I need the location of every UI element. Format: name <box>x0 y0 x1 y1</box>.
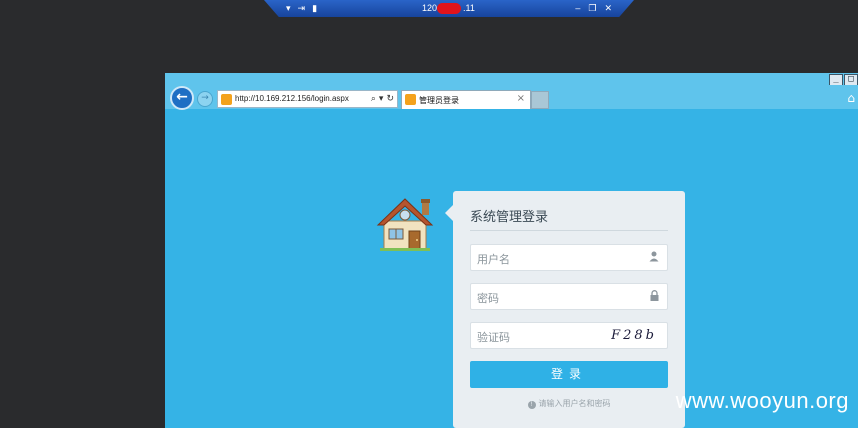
title-divider <box>470 230 668 231</box>
username-field[interactable]: 用户名 <box>470 244 668 271</box>
address-url: http://10.169.212.156/login.aspx <box>235 94 349 103</box>
refresh-icon[interactable]: ↻ <box>386 93 394 104</box>
hint-text: 请输入用户名和密码 <box>538 399 611 408</box>
remote-desktop-bar: ▾ ⇥ ▮ 120. .11 – ❐ ✕ <box>264 0 634 17</box>
user-icon <box>649 251 659 262</box>
password-placeholder: 密码 <box>477 292 499 305</box>
browser-window: _ □ ← → http://10.169.212.156/login.aspx… <box>165 73 858 428</box>
info-icon: ! <box>527 401 536 409</box>
tab-label: 管理员登录 <box>419 96 459 105</box>
search-icon[interactable]: ⌕ <box>371 93 376 104</box>
login-button[interactable]: 登录 <box>470 361 668 388</box>
lock-icon <box>650 290 659 301</box>
captcha-field[interactable]: 验证码 F28b <box>470 322 668 349</box>
login-panel: 系统管理登录 用户名 密码 验证码 F28b 登录 ! 请输入用户名和密码 <box>445 191 685 428</box>
connection-title-end: .11 <box>463 3 475 13</box>
new-tab-button[interactable] <box>531 91 549 109</box>
password-field[interactable]: 密码 <box>470 283 668 310</box>
home-icon[interactable]: ⌂ <box>847 91 855 105</box>
captcha-placeholder: 验证码 <box>477 331 510 344</box>
login-title: 系统管理登录 <box>470 210 549 225</box>
signal-icon: ▮ <box>312 3 318 13</box>
dropdown-arrow-icon[interactable]: ▾ <box>286 2 291 14</box>
tab-favicon-icon <box>405 94 416 105</box>
login-hint: ! 请输入用户名和密码 <box>453 398 685 409</box>
tab-admin-login[interactable]: 管理员登录 × <box>401 90 531 109</box>
house-icon <box>376 198 434 251</box>
browser-toolbar: ← → http://10.169.212.156/login.aspx ⌕ ▾… <box>165 85 858 110</box>
site-favicon-icon <box>221 94 232 105</box>
forward-button[interactable]: → <box>197 91 213 107</box>
tab-close-icon[interactable]: × <box>517 93 525 104</box>
redaction-mark <box>437 3 461 14</box>
dropdown-icon[interactable]: ▾ <box>379 93 384 104</box>
captcha-image[interactable]: F28b <box>611 328 657 343</box>
back-button[interactable]: ← <box>170 86 194 110</box>
minimize-icon[interactable]: – <box>575 2 580 14</box>
restore-icon[interactable]: ❐ <box>588 2 596 14</box>
username-placeholder: 用户名 <box>477 253 510 266</box>
watermark: www.wooyun.org <box>675 388 849 413</box>
address-bar[interactable]: http://10.169.212.156/login.aspx ⌕ ▾ ↻ <box>217 90 398 108</box>
pin-icon[interactable]: ⇥ <box>298 2 306 14</box>
close-icon[interactable]: ✕ <box>604 2 612 14</box>
